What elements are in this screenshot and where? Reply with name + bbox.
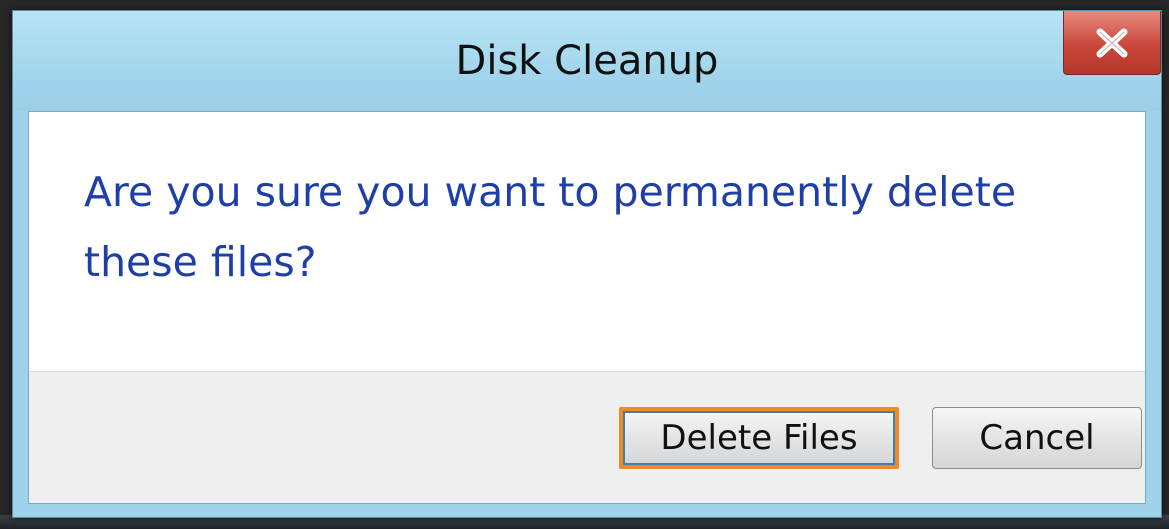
disk-cleanup-dialog: Disk Cleanup Are you sure you want to pe…	[12, 10, 1162, 518]
screen: Disk Cleanup Are you sure you want to pe…	[0, 0, 1169, 529]
delete-files-button[interactable]: Delete Files	[619, 407, 899, 469]
close-button[interactable]	[1063, 11, 1161, 75]
title-bar[interactable]: Disk Cleanup	[13, 11, 1161, 111]
dialog-content: Are you sure you want to permanently del…	[28, 111, 1146, 504]
close-icon	[1095, 28, 1129, 58]
confirmation-message: Are you sure you want to permanently del…	[84, 168, 1017, 286]
window-title: Disk Cleanup	[455, 38, 719, 84]
cancel-button[interactable]: Cancel	[932, 407, 1142, 469]
button-bar: Delete Files Cancel	[29, 371, 1145, 503]
